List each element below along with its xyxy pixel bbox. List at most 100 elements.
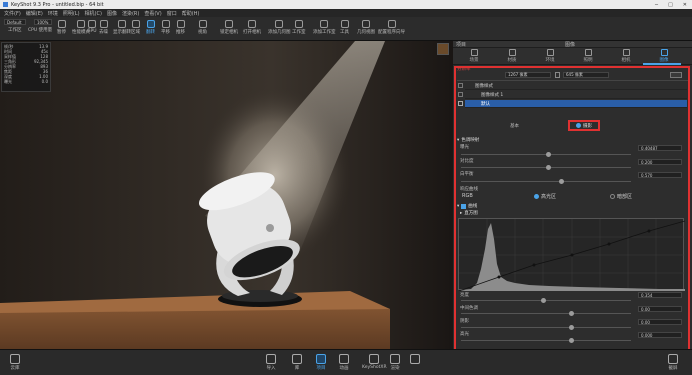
tab-material[interactable]: 材质 [493,49,531,63]
toolbar-workspace[interactable]: 工作区 [8,27,22,33]
add-studio-icon [320,20,329,28]
tab-lighting[interactable]: 照明 [569,49,607,63]
menu-render[interactable]: 渲染(R) [122,10,139,17]
tab-environment[interactable]: 环境 [531,49,569,63]
tab-scene[interactable]: 场景 [455,49,493,63]
tumble-icon [146,20,155,28]
denoise-icon [99,20,108,28]
toolbar-label: 显示翻转 [113,30,131,35]
screenshot-icon [668,354,678,364]
bottom-label: 库 [294,366,300,371]
toolbar-label: 区域 [131,30,140,35]
toolbar-gpu[interactable]: GPU [87,20,97,34]
tab-image[interactable]: 图像 [645,49,683,63]
menu-window[interactable]: 窗口 [167,10,177,17]
keyshotxr-button[interactable]: KeyShotXR [362,354,387,370]
toolbar-label: 翻转 [146,30,155,35]
bottom-label: 导入 [266,366,276,371]
render-viewport[interactable] [0,41,453,349]
zoom-select[interactable]: 100% [34,19,52,25]
pan-icon [161,20,170,28]
render-output-button[interactable] [410,354,420,364]
import-button[interactable]: 导入 [266,354,276,371]
lighting-icon [584,49,592,56]
tab-label: 环境 [545,58,555,63]
material-icon [508,49,516,56]
toolbar-display-flip[interactable]: 显示翻转 [113,20,131,35]
toolbar-label: 配置程序向导 [378,30,405,35]
maximize-icon[interactable]: □ [668,2,673,8]
toolbar-denoise[interactable]: 去噪 [99,20,108,35]
bottom-label: 截屏 [668,366,678,371]
toolbar-pause[interactable]: 暂停 [57,20,66,35]
library-icon [292,354,302,364]
geometry-icon [275,20,284,28]
cloud-icon [10,354,20,364]
tab-label: 照明 [583,58,593,63]
scene-render [0,41,453,349]
toolbar-cpu[interactable]: CPU 使用量 [28,27,52,33]
minimize-icon[interactable]: ─ [655,2,658,8]
toolbar-perspective[interactable]: 视角 [198,20,207,35]
screenshot-button[interactable]: 截屏 [668,354,678,371]
render-button: 渲染 [390,354,400,371]
stat-row: 曝光 0.0 [4,79,48,84]
menu-lighting[interactable]: 照明(L) [63,10,80,17]
toolbar-label: 添加几何图 [268,30,291,35]
project-icon [316,354,326,364]
cloud-library-button[interactable]: 云库 [10,354,20,371]
toolbar-label: 工作室 [292,30,306,35]
menu-file[interactable]: 文件(F) [4,10,21,17]
render-icon [390,354,400,364]
toolbar-lock-camera[interactable]: 锁定相机 [220,20,238,35]
panel-header: 项目 图像 [453,41,692,48]
toolbar-region[interactable]: 区域 [131,20,140,35]
bottom-label: KeyShotXR [362,365,387,370]
animation-button[interactable]: 动画 [339,354,349,371]
tab-label: 场景 [469,58,479,63]
toolbar-studio[interactable]: 工作室 [292,20,306,35]
menu-help[interactable]: 帮助(H) [182,10,200,17]
gpu-icon [87,20,96,28]
tab-camera[interactable]: 相机 [607,49,645,63]
toolbar-open-camera[interactable]: 打开相机 [243,20,261,35]
annotation-highlight-frame [454,66,690,356]
stat-value: 0.0 [41,79,48,84]
panel-header-left: 项目 [456,41,467,48]
menu-camera[interactable]: 相机(C) [85,10,102,17]
toolbar-tumble[interactable]: 翻转 [146,20,155,35]
workspace-select[interactable]: Default [4,19,26,25]
window-title: KeyShot 9.3 Pro - untitled.bip - 64 bit [11,1,104,8]
scene-icon [470,49,478,56]
toolbar-label: 暂停 [57,30,66,35]
menu-image[interactable]: 图像 [107,10,117,17]
app-icon [3,2,8,7]
tab-label: 相机 [621,58,631,63]
region-icon [131,20,140,28]
toolbar-label: 锁定相机 [220,30,238,35]
close-icon[interactable]: ✕ [683,2,687,8]
menu-view[interactable]: 查看(V) [144,10,161,17]
toolbar-configurator[interactable]: 配置程序向导 [378,20,405,35]
toolbar-tools[interactable]: 工具 [340,20,349,35]
toolbar-label: 工具 [340,30,349,35]
dolly-icon [176,20,185,28]
camera-icon [248,20,256,28]
toolbar-geometry-view[interactable]: 几何视图 [357,20,375,35]
pause-icon [57,20,66,28]
toolbar-add-studio[interactable]: 添加工作室 [313,20,336,35]
library-button[interactable]: 库 [292,354,302,371]
geometry-view-icon [362,20,370,28]
toolbar-dolly[interactable]: 推移 [176,20,185,35]
project-button[interactable]: 项目 [316,354,326,371]
menu-environment[interactable]: 环境 [48,10,58,17]
image-icon [660,49,668,56]
toolbar-pan[interactable]: 平移 [161,20,170,35]
toolbar-label: 工作区 [8,28,22,33]
toolbar-add-geometry[interactable]: 添加几何图 [268,20,291,35]
bottom-label: 动画 [339,366,349,371]
main-toolbar: Default 100% 工作区 CPU 使用量 暂停 性能模式 GPU 去噪 … [0,17,692,41]
tab-label: 材质 [507,58,517,63]
menu-edit[interactable]: 编辑(E) [26,10,43,17]
environment-thumbnail[interactable] [437,43,449,55]
